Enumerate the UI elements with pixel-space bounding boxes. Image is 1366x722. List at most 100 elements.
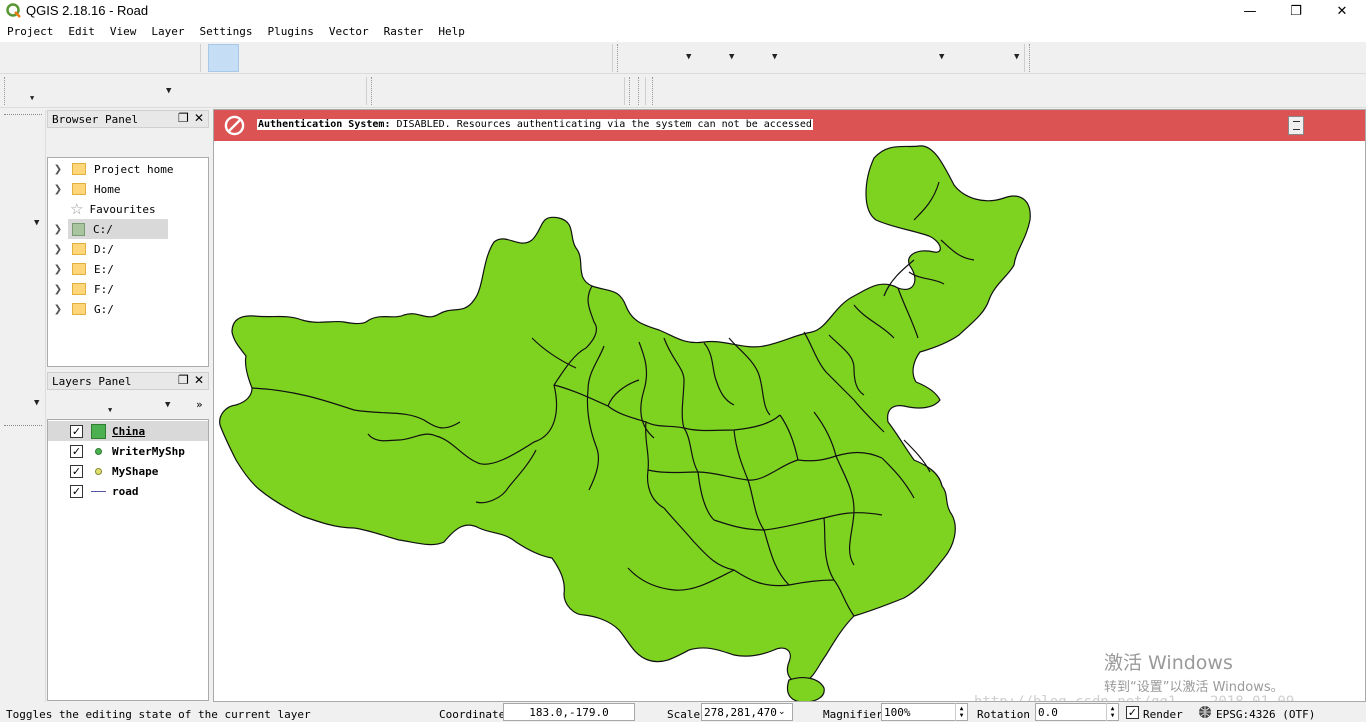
windows-activation-subtitle: 转到“设置”以激活 Windows。 bbox=[1104, 680, 1284, 695]
toolbar-grip[interactable] bbox=[617, 44, 619, 72]
tool-dropdown-arrow-icon[interactable]: ▼ bbox=[34, 398, 39, 408]
rotation-field[interactable]: 0.0 ▲ ▼ bbox=[1035, 703, 1119, 721]
toolbar-separator bbox=[200, 44, 201, 72]
drive-icon bbox=[72, 222, 85, 236]
map-canvas[interactable]: Authentication System: DISABLED. Resourc… bbox=[213, 109, 1366, 702]
magnifier-label: Magnifier bbox=[823, 708, 883, 721]
hainan-island bbox=[786, 677, 825, 701]
browser-item-label: G:/ bbox=[94, 302, 114, 316]
active-tool-button[interactable] bbox=[208, 44, 239, 72]
menu-help[interactable]: Help bbox=[431, 22, 473, 42]
close-panel-icon[interactable]: ✕ bbox=[194, 111, 204, 125]
scale-label: Scale bbox=[667, 708, 701, 721]
tool-dropdown-arrow-icon[interactable]: ▼ bbox=[686, 52, 691, 62]
layer-row-writermyshp[interactable]: ✓ WriterMyShp bbox=[48, 441, 185, 461]
rotation-spinner[interactable]: ▲ ▼ bbox=[1106, 703, 1118, 721]
menu-vector[interactable]: Vector bbox=[322, 22, 377, 42]
status-message: Toggles the editing state of the current… bbox=[6, 708, 311, 721]
tool-dropdown-arrow-icon[interactable]: ▼ bbox=[939, 52, 944, 62]
layer-row-china[interactable]: ✓ China bbox=[48, 421, 208, 441]
browser-item-label: Favourites bbox=[89, 202, 156, 216]
expand-chevron-icon[interactable]: ❯ bbox=[52, 244, 64, 255]
expand-chevron-icon[interactable]: ❯ bbox=[52, 164, 64, 175]
browser-tree[interactable]: ❯ Project home ❯ Home ❯ ☆ Favourites ❯ C… bbox=[47, 157, 209, 367]
browser-panel-titlebar[interactable]: Browser Panel ❐ ✕ bbox=[47, 110, 209, 128]
layer-visibility-checkbox[interactable]: ✓ bbox=[70, 424, 83, 438]
toolbar-separator bbox=[645, 77, 646, 105]
layers-tree[interactable]: ✓ China ✓ WriterMyShp ✓ MyShape ✓ road bbox=[47, 419, 209, 701]
float-panel-icon[interactable]: ❐ bbox=[178, 373, 189, 387]
layer-visibility-checkbox[interactable]: ✓ bbox=[70, 484, 83, 498]
layer-name: road bbox=[112, 484, 139, 498]
toolbar-grip[interactable] bbox=[4, 425, 42, 426]
browser-item-d-drive[interactable]: ❯ D:/ bbox=[48, 239, 114, 259]
layers-panel-titlebar[interactable]: Layers Panel ❐ ✕ bbox=[47, 372, 209, 390]
layer-row-myshape[interactable]: ✓ MyShape bbox=[48, 461, 158, 481]
magnifier-spinner[interactable]: ▲ ▼ bbox=[955, 703, 967, 721]
browser-item-home[interactable]: ❯ Home bbox=[48, 179, 121, 199]
layer-row-road[interactable]: ✓ road bbox=[48, 481, 139, 501]
tool-dropdown-arrow-icon[interactable]: ▼ bbox=[165, 400, 170, 410]
close-panel-icon[interactable]: ✕ bbox=[194, 373, 204, 387]
expand-chevron-icon[interactable]: ❯ bbox=[52, 264, 64, 275]
layer-visibility-checkbox[interactable]: ✓ bbox=[70, 444, 83, 458]
chevron-down-icon[interactable]: ⌄ bbox=[778, 707, 792, 717]
toolbar-grip[interactable] bbox=[371, 77, 373, 105]
browser-item-e-drive[interactable]: ❯ E:/ bbox=[48, 259, 114, 279]
scale-select[interactable]: 278,281,470 ⌄ bbox=[701, 703, 793, 721]
expand-chevron-icon[interactable]: ❯ bbox=[52, 184, 64, 195]
tool-dropdown-arrow-icon[interactable]: ▼ bbox=[772, 52, 777, 62]
layer-visibility-checkbox[interactable]: ✓ bbox=[70, 464, 83, 478]
line-symbol-icon bbox=[91, 490, 106, 492]
float-panel-icon[interactable]: ❐ bbox=[178, 111, 189, 125]
tool-dropdown-arrow-icon[interactable]: ▼ bbox=[729, 52, 734, 62]
china-outline bbox=[219, 145, 1031, 684]
menu-raster[interactable]: Raster bbox=[377, 22, 432, 42]
layer-name: China bbox=[112, 424, 146, 438]
toolbar-grip[interactable] bbox=[4, 77, 6, 105]
folder-icon bbox=[72, 163, 86, 175]
coordinate-field[interactable]: 183.0,-179.0 bbox=[503, 703, 635, 721]
menu-layer[interactable]: Layer bbox=[144, 22, 192, 42]
polygon-symbol-icon bbox=[91, 423, 106, 439]
browser-item-label: C:/ bbox=[93, 222, 113, 236]
browser-item-g-drive[interactable]: ❯ G:/ bbox=[48, 299, 114, 319]
menu-edit[interactable]: Edit bbox=[61, 22, 103, 42]
tool-dropdown-arrow-icon[interactable]: ▼ bbox=[108, 406, 112, 414]
maximize-button[interactable]: ❐ bbox=[1273, 0, 1319, 22]
rotation-value: 0.0 bbox=[1038, 705, 1058, 719]
expand-chevron-icon[interactable]: ❯ bbox=[52, 304, 64, 315]
toolbar-grip[interactable] bbox=[638, 77, 640, 105]
menu-project[interactable]: Project bbox=[0, 22, 61, 42]
globe-icon[interactable] bbox=[1198, 705, 1212, 719]
toolbar-grip[interactable] bbox=[1029, 44, 1031, 72]
magnifier-field[interactable]: 100% ▲ ▼ bbox=[881, 703, 968, 721]
expand-chevron-icon[interactable]: ❯ bbox=[52, 224, 64, 235]
folder-icon bbox=[72, 263, 86, 275]
menu-plugins[interactable]: Plugins bbox=[260, 22, 321, 42]
menu-view[interactable]: View bbox=[103, 22, 145, 42]
toolbar-grip[interactable] bbox=[4, 114, 42, 115]
tool-dropdown-arrow-icon[interactable]: ▼ bbox=[1014, 52, 1019, 62]
folder-icon bbox=[72, 283, 86, 295]
toolbar-grip[interactable] bbox=[629, 77, 631, 105]
point-symbol-icon bbox=[95, 467, 102, 475]
tool-dropdown-arrow-icon[interactable]: ▼ bbox=[30, 94, 34, 102]
more-tools-button[interactable]: » bbox=[196, 398, 203, 411]
render-checkbox[interactable]: ✓ bbox=[1126, 706, 1139, 719]
browser-item-label: D:/ bbox=[94, 242, 114, 256]
browser-item-c-drive[interactable]: ❯ C:/ bbox=[48, 219, 168, 239]
browser-item-favourites[interactable]: ❯ ☆ Favourites bbox=[48, 199, 156, 219]
toolbar-grip[interactable] bbox=[652, 77, 654, 105]
expand-chevron-icon[interactable]: ❯ bbox=[52, 284, 64, 295]
crs-label[interactable]: EPSG:4326 (OTF) bbox=[1216, 708, 1315, 721]
browser-item-project-home[interactable]: ❯ Project home bbox=[48, 159, 174, 179]
tool-dropdown-arrow-icon[interactable]: ▼ bbox=[34, 218, 39, 228]
window-title: QGIS 2.18.16 - Road bbox=[26, 3, 149, 18]
magnifier-value: 100% bbox=[884, 705, 911, 719]
menu-settings[interactable]: Settings bbox=[192, 22, 260, 42]
browser-item-f-drive[interactable]: ❯ F:/ bbox=[48, 279, 114, 299]
close-window-button[interactable]: ✕ bbox=[1319, 0, 1365, 22]
minimize-button[interactable]: — bbox=[1227, 0, 1273, 22]
tool-dropdown-arrow-icon[interactable]: ▼ bbox=[166, 86, 171, 96]
